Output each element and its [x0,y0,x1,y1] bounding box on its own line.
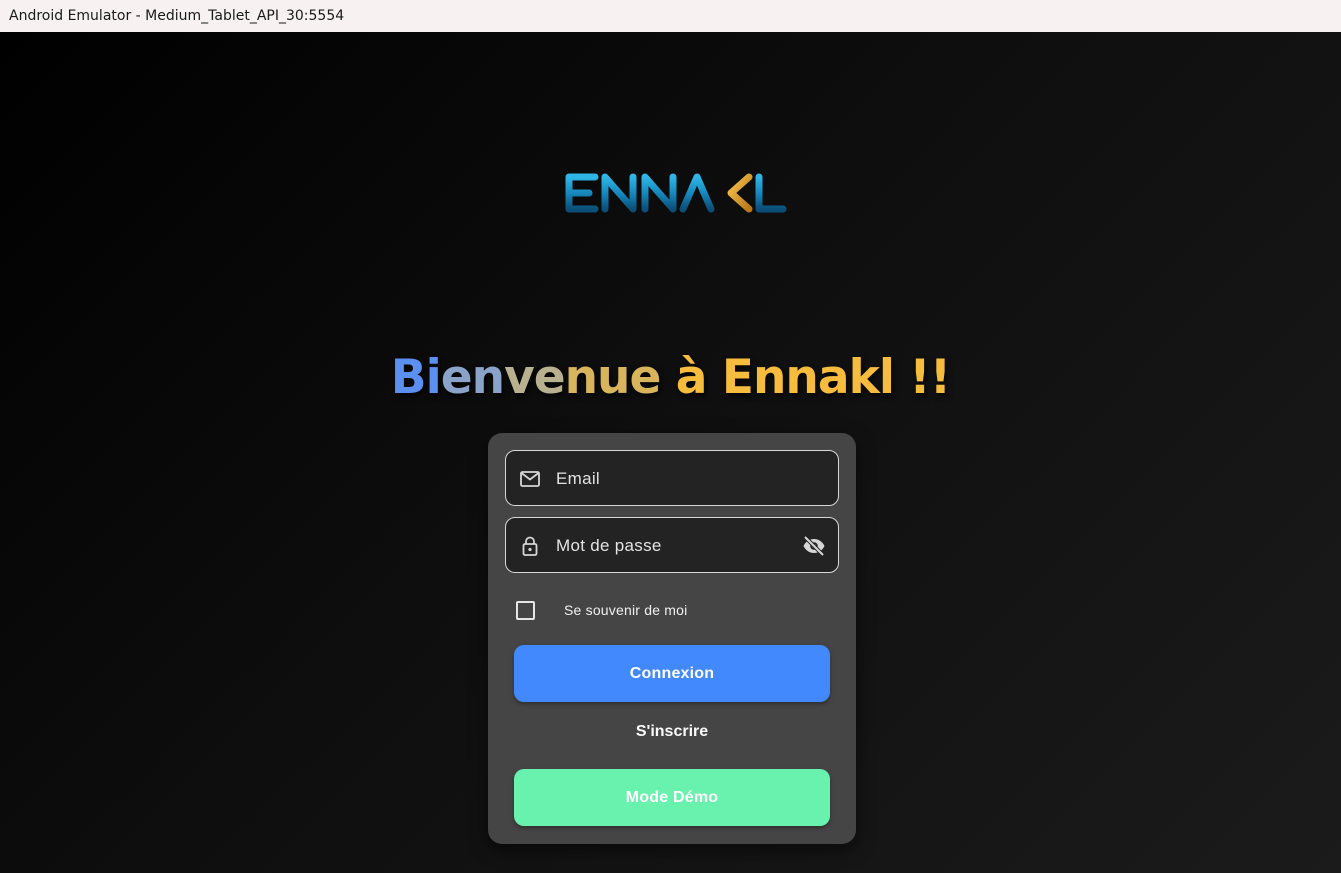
email-label: Email [556,469,601,488]
welcome-seg-4: nue [564,350,662,405]
mail-icon [520,471,540,487]
password-field[interactable]: Mot de passe [505,517,839,573]
login-card: Email Mot de passe Se souvenir de moi Co… [488,433,856,844]
visibility-off-icon[interactable] [802,534,826,558]
password-label: Mot de passe [556,536,662,555]
demo-mode-button[interactable]: Mode Démo [514,769,830,826]
app-screen: Bienvenue à Ennakl !! Email Mot de passe [0,32,1341,873]
remember-me-checkbox[interactable] [516,600,535,620]
ennakl-logo [565,173,787,213]
welcome-seg-1: Bi [390,350,442,405]
signup-link[interactable]: S'inscrire [488,723,856,741]
window-title: Android Emulator - Medium_Tablet_API_30:… [9,8,345,24]
welcome-seg-2: en [440,350,505,405]
email-field[interactable]: Email [505,450,839,506]
login-button[interactable]: Connexion [514,645,830,702]
welcome-heading: Bienvenue à Ennakl !! [0,350,1341,405]
remember-me-row: Se souvenir de moi [516,600,687,620]
lock-icon [522,536,538,556]
remember-me-label: Se souvenir de moi [564,602,688,618]
welcome-seg-5: à Ennakl !! [660,350,951,405]
welcome-seg-3: ve [504,350,566,405]
window-titlebar: Android Emulator - Medium_Tablet_API_30:… [0,0,1341,32]
